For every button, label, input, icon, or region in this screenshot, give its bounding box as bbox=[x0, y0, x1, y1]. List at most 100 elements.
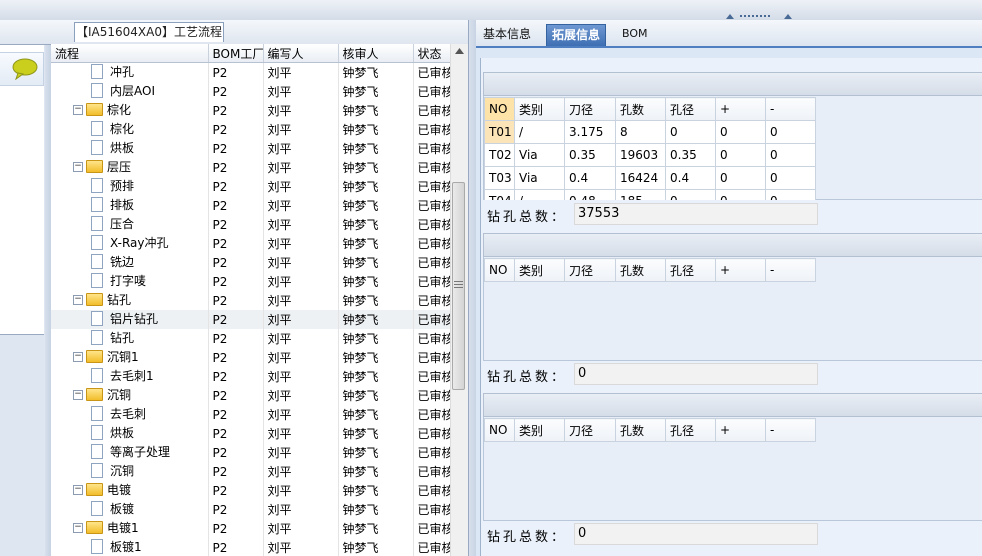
tree-cell-process[interactable]: 烘板 bbox=[51, 139, 209, 158]
tree-cell-process[interactable]: X-Ray冲孔 bbox=[51, 234, 209, 253]
tree-cell-process[interactable]: 打字唛 bbox=[51, 272, 209, 291]
tree-row[interactable]: 铣边 P2 刘平 钟梦飞 已审核 bbox=[51, 253, 468, 272]
drill-column-header[interactable]: + bbox=[715, 97, 766, 121]
tree-row[interactable]: 沉铜 P2 刘平 钟梦飞 已审核 bbox=[51, 462, 468, 481]
tree-cell-process[interactable]: − 沉铜 bbox=[51, 386, 209, 405]
collapse-toggle-icon[interactable]: − bbox=[73, 104, 83, 115]
tree-row[interactable]: X-Ray冲孔 P2 刘平 钟梦飞 已审核 bbox=[51, 234, 468, 253]
tree-cell-process[interactable]: 沉铜 bbox=[51, 462, 209, 481]
tab-extended-info[interactable]: 拓展信息 bbox=[546, 24, 607, 46]
drill-column-header[interactable]: 类别 bbox=[514, 258, 565, 282]
drill-row[interactable]: T02 Via 0.35 19603 0.35 0 0 bbox=[484, 143, 816, 167]
tree-cell-process[interactable]: 压合 bbox=[51, 215, 209, 234]
tree-row[interactable]: 棕化 P2 刘平 钟梦飞 已审核 bbox=[51, 120, 468, 139]
tree-cell-process[interactable]: 板镀 bbox=[51, 500, 209, 519]
tree-cell-process[interactable]: − 沉铜1 bbox=[51, 348, 209, 367]
process-tab[interactable]: 【IA51604XA0】工艺流程 bbox=[74, 22, 224, 42]
tree-row[interactable]: − 钻孔 P2 刘平 钟梦飞 已审核 bbox=[51, 291, 468, 310]
collapse-toggle-icon[interactable]: − bbox=[73, 161, 83, 172]
tree-row[interactable]: 铝片钻孔 P2 刘平 钟梦飞 已审核 bbox=[51, 310, 468, 329]
tree-row[interactable]: 烘板 P2 刘平 钟梦飞 已审核 bbox=[51, 424, 468, 443]
drill-column-header[interactable]: - bbox=[765, 97, 816, 121]
drill-column-header[interactable]: + bbox=[715, 418, 766, 442]
tree-row[interactable]: 板镀1 P2 刘平 钟梦飞 已审核 bbox=[51, 538, 468, 556]
drill-column-header[interactable]: - bbox=[765, 418, 816, 442]
tree-cell-process[interactable]: 铝片钻孔 bbox=[51, 310, 209, 329]
drill-column-header[interactable]: 刀径 bbox=[564, 97, 616, 121]
tree-cell-process[interactable]: 去毛刺1 bbox=[51, 367, 209, 386]
tree-cell-process[interactable]: 棕化 bbox=[51, 120, 209, 139]
tab-basic-info[interactable]: 基本信息 bbox=[483, 24, 531, 46]
tree-row[interactable]: 打字唛 P2 刘平 钟梦飞 已审核 bbox=[51, 272, 468, 291]
tab-bom[interactable]: BOM bbox=[622, 24, 648, 46]
tree-row[interactable]: − 电镀 P2 刘平 钟梦飞 已审核 bbox=[51, 481, 468, 500]
tree-row[interactable]: − 沉铜 P2 刘平 钟梦飞 已审核 bbox=[51, 386, 468, 405]
tree-cell-process[interactable]: 预排 bbox=[51, 177, 209, 196]
drill-row[interactable]: T01/3.175 8 0 0 0 bbox=[484, 120, 816, 144]
tree-cell-process[interactable]: − 电镀 bbox=[51, 481, 209, 500]
tree-cell-process[interactable]: 内层AOI bbox=[51, 82, 209, 101]
drill-column-header[interactable]: NO bbox=[484, 258, 515, 282]
document-icon bbox=[91, 121, 103, 136]
tree-cell-process[interactable]: 板镀1 bbox=[51, 538, 209, 556]
tree-row[interactable]: 预排 P2 刘平 钟梦飞 已审核 bbox=[51, 177, 468, 196]
tree-cell-process[interactable]: − 层压 bbox=[51, 158, 209, 177]
drill-column-header[interactable]: - bbox=[765, 258, 816, 282]
tree-row[interactable]: 压合 P2 刘平 钟梦飞 已审核 bbox=[51, 215, 468, 234]
tree-cell-process[interactable]: 去毛刺 bbox=[51, 405, 209, 424]
tree-cell-process[interactable]: 等离子处理 bbox=[51, 443, 209, 462]
collapse-toggle-icon[interactable]: − bbox=[73, 522, 83, 533]
drill-column-header[interactable]: 孔数 bbox=[615, 418, 666, 442]
collapse-toggle-icon[interactable]: − bbox=[73, 484, 83, 495]
tree-cell-process[interactable]: − 棕化 bbox=[51, 101, 209, 120]
drill-column-header[interactable]: 刀径 bbox=[564, 258, 616, 282]
tree-row[interactable]: 排板 P2 刘平 钟梦飞 已审核 bbox=[51, 196, 468, 215]
tree-cell-process[interactable]: 排板 bbox=[51, 196, 209, 215]
tree-row[interactable]: − 沉铜1 P2 刘平 钟梦飞 已审核 bbox=[51, 348, 468, 367]
drill-column-header[interactable]: 刀径 bbox=[564, 418, 616, 442]
column-header-author[interactable]: 编写人 bbox=[263, 44, 339, 63]
tree-row[interactable]: 去毛刺1 P2 刘平 钟梦飞 已审核 bbox=[51, 367, 468, 386]
tree-row[interactable]: 钻孔 P2 刘平 钟梦飞 已审核 bbox=[51, 329, 468, 348]
tree-cell-process[interactable]: − 钻孔 bbox=[51, 291, 209, 310]
tree-row[interactable]: 去毛刺 P2 刘平 钟梦飞 已审核 bbox=[51, 405, 468, 424]
tree-row[interactable]: − 层压 P2 刘平 钟梦飞 已审核 bbox=[51, 158, 468, 177]
drill-column-header[interactable]: + bbox=[715, 258, 766, 282]
drill-column-header[interactable]: 孔数 bbox=[615, 258, 666, 282]
tree-cell-process[interactable]: 铣边 bbox=[51, 253, 209, 272]
tree-node-label: 等离子处理 bbox=[110, 445, 171, 459]
drill-column-header[interactable]: 孔径 bbox=[665, 418, 716, 442]
tree-cell-process[interactable]: 冲孔 bbox=[51, 62, 209, 82]
drill-column-header[interactable]: NO bbox=[484, 418, 515, 442]
collapse-grip-icon[interactable] bbox=[724, 12, 794, 20]
folder-icon bbox=[86, 293, 103, 306]
collapse-toggle-icon[interactable]: − bbox=[73, 351, 83, 362]
tree-row[interactable]: 板镀 P2 刘平 钟梦飞 已审核 bbox=[51, 500, 468, 519]
column-header-reviewer[interactable]: 核审人 bbox=[338, 44, 414, 63]
tree-cell-reviewer: 钟梦飞 bbox=[338, 462, 414, 481]
tree-row[interactable]: − 电镀1 P2 刘平 钟梦飞 已审核 bbox=[51, 519, 468, 538]
drill-column-header[interactable]: 孔径 bbox=[665, 258, 716, 282]
tree-cell-process[interactable]: − 电镀1 bbox=[51, 519, 209, 538]
tree-cell-author: 刘平 bbox=[263, 405, 339, 424]
drill-row[interactable]: T04/0.48185000 bbox=[484, 189, 816, 200]
tree-row[interactable]: 内层AOI P2 刘平 钟梦飞 已审核 bbox=[51, 82, 468, 101]
drill-row[interactable]: T03 Via 0.4 16424 0.4 0 0 bbox=[484, 166, 816, 190]
column-header-bom[interactable]: BOM工厂 bbox=[208, 44, 264, 63]
tree-row[interactable]: 烘板 P2 刘平 钟梦飞 已审核 bbox=[51, 139, 468, 158]
collapse-toggle-icon[interactable]: − bbox=[73, 389, 83, 400]
drill-column-header[interactable]: 孔数 bbox=[615, 97, 666, 121]
tree-row[interactable]: 等离子处理 P2 刘平 钟梦飞 已审核 bbox=[51, 443, 468, 462]
scroll-up-arrow-icon[interactable] bbox=[451, 44, 468, 58]
tree-cell-process[interactable]: 钻孔 bbox=[51, 329, 209, 348]
drill-column-header[interactable]: 孔径 bbox=[665, 97, 716, 121]
chat-bubble-icon[interactable] bbox=[12, 58, 38, 80]
tree-row[interactable]: − 棕化 P2 刘平 钟梦飞 已审核 bbox=[51, 101, 468, 120]
collapse-toggle-icon[interactable]: − bbox=[73, 294, 83, 305]
drill-column-header[interactable]: 类别 bbox=[514, 97, 565, 121]
tree-row[interactable]: 冲孔 P2 刘平 钟梦飞 已审核 bbox=[51, 62, 468, 82]
tree-cell-process[interactable]: 烘板 bbox=[51, 424, 209, 443]
drill-column-header[interactable]: 类别 bbox=[514, 418, 565, 442]
column-header-process[interactable]: 流程 bbox=[51, 44, 209, 63]
drill-column-header[interactable]: NO bbox=[484, 97, 515, 121]
